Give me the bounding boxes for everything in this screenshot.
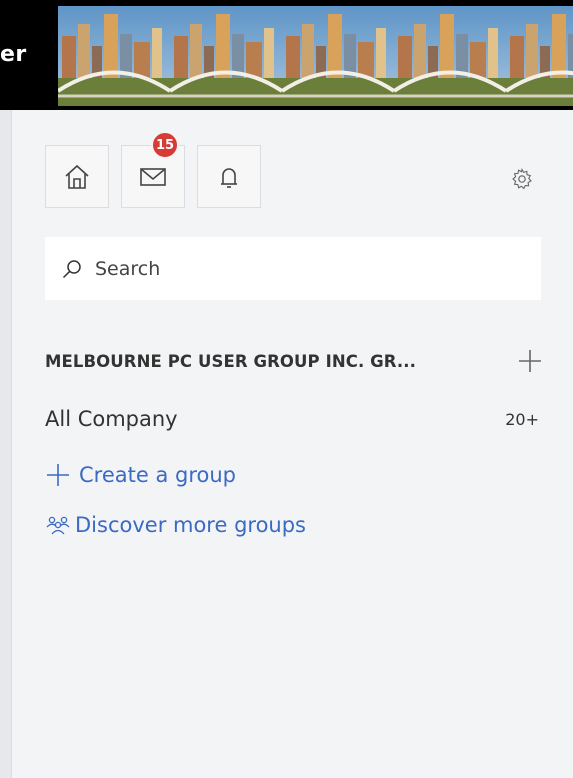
group-name: All Company [45, 407, 178, 431]
discover-groups-label: Discover more groups [75, 513, 306, 537]
gear-icon[interactable] [510, 167, 534, 191]
discover-groups-link[interactable]: Discover more groups [45, 509, 405, 541]
inbox-badge: 15 [151, 131, 179, 159]
people-icon [46, 516, 70, 535]
navigation-panel [12, 110, 573, 778]
city-skyline-banner [58, 6, 573, 106]
home-icon [65, 164, 89, 189]
left-border-rail [0, 110, 12, 778]
mail-icon [140, 167, 166, 186]
network-title: er [0, 42, 27, 67]
network-header: er [0, 0, 573, 110]
bell-icon [221, 167, 237, 188]
plus-icon [47, 464, 69, 486]
create-group-label: Create a group [79, 463, 236, 487]
network-name-label: MELBOURNE PC USER GROUP INC. GR... [45, 351, 417, 371]
groups-section-header[interactable]: MELBOURNE PC USER GROUP INC. GR... [45, 346, 545, 376]
create-group-link[interactable]: Create a group [45, 459, 405, 491]
home-button[interactable] [45, 145, 109, 208]
notifications-button[interactable] [197, 145, 261, 208]
group-item-all-company[interactable]: All Company 20+ [45, 403, 541, 435]
search-icon [62, 259, 81, 278]
inbox-button[interactable] [121, 145, 185, 208]
unread-count: 20+ [505, 409, 539, 429]
plus-icon[interactable] [515, 346, 545, 376]
search-box[interactable] [45, 237, 541, 300]
search-input[interactable] [95, 257, 515, 280]
